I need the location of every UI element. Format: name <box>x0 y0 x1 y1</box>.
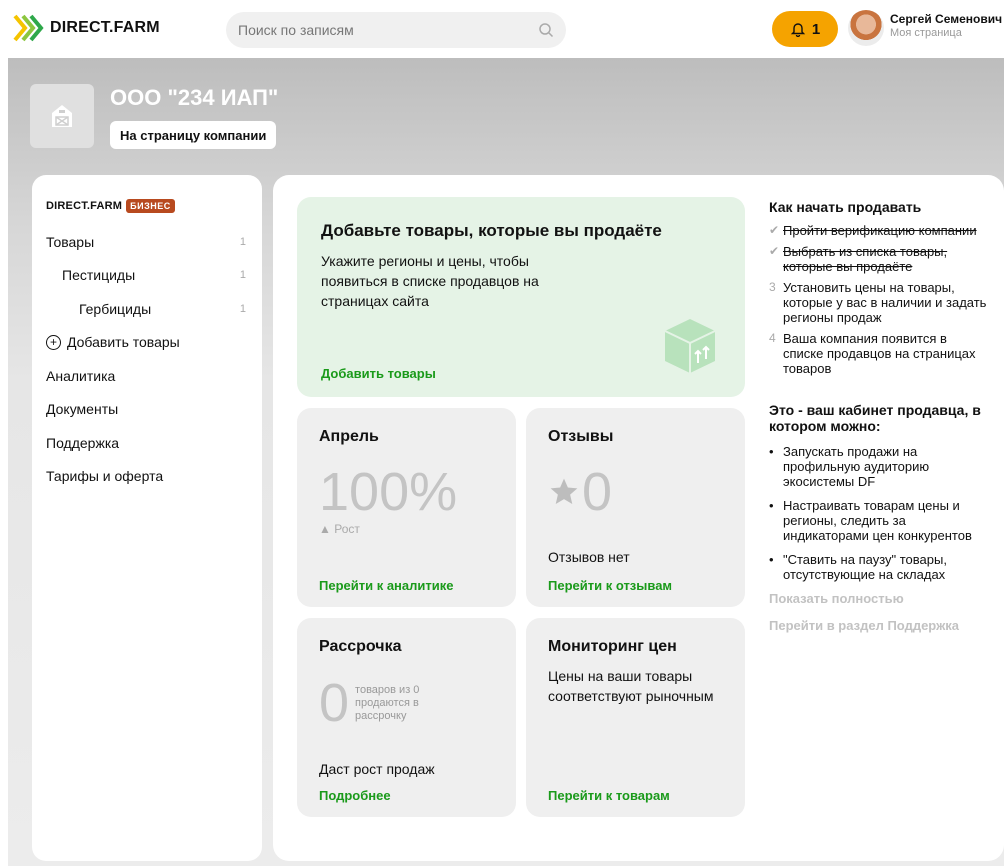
how-to-sell-panel: Как начать продавать ✔ Пройти верификаци… <box>769 199 989 645</box>
step-text: Установить цены на товары, которые у вас… <box>783 280 987 325</box>
installment-note: Даст рост продаж <box>319 761 435 777</box>
sidebar-item-label: Документы <box>46 401 119 418</box>
list-item-text: "Ставить на паузу" товары, отсутствующие… <box>783 552 947 582</box>
sidebar-item-pesticides[interactable]: Пестициды 1 <box>32 259 262 293</box>
hero-title: Добавьте товары, которые вы продаёте <box>321 221 662 240</box>
cabinet-title: Это - ваш кабинет продавца, в котором мо… <box>769 402 981 434</box>
list-item-text: Настраивать товарам цены и регионы, след… <box>783 498 972 543</box>
sidebar-item-count: 1 <box>239 235 246 248</box>
show-all-link[interactable]: Показать полностью <box>769 591 989 606</box>
analytics-value: 100% <box>319 462 458 522</box>
notifications-count: 1 <box>811 20 821 38</box>
growth-indicator: ▲ Рост <box>319 522 360 536</box>
card-title: Апрель <box>319 428 379 445</box>
sidebar-item-label: Добавить товары <box>67 334 180 351</box>
logo-chevrons-icon <box>13 14 44 42</box>
check-icon: ✔ <box>769 223 780 237</box>
reviews-card: Отзывы 0 Отзывов нет Перейти к отзывам <box>526 408 745 607</box>
reviews-link[interactable]: Перейти к отзывам <box>548 578 672 593</box>
user-name: Сергей Семенович <box>890 12 1003 26</box>
sidebar-item-count: 1 <box>239 269 246 282</box>
top-header: DIRECT.FARM 1 Сергей Семенович Моя стран… <box>0 0 1004 58</box>
card-title: Отзывы <box>548 428 614 445</box>
sidebar-item-products[interactable]: Товары 1 <box>32 225 262 259</box>
list-item: • Запускать продажи на профильную аудито… <box>769 444 989 489</box>
installment-stat: 0 товаров из 0 продаются в рассрочку <box>319 676 494 730</box>
star-icon <box>550 478 578 504</box>
sidebar-item-label: Товары <box>46 233 95 250</box>
reviews-count: 0 <box>582 462 613 522</box>
installment-count: 0 <box>319 673 350 733</box>
avatar[interactable] <box>848 10 884 46</box>
list-item-text: Запускать продажи на профильную аудитори… <box>783 444 930 489</box>
card-title: Мониторинг цен <box>548 638 677 655</box>
hero-text: Укажите регионы и цены, чтобы появиться … <box>321 253 539 309</box>
howto-title: Как начать продавать <box>769 199 922 215</box>
plus-circle-icon: + <box>46 334 61 350</box>
step-text: Выбрать из списка товары, которые вы про… <box>783 244 948 274</box>
search-icon[interactable] <box>538 22 554 38</box>
sidebar-brand-name: DIRECT.FARM <box>46 200 123 212</box>
logo[interactable]: DIRECT.FARM <box>12 12 160 44</box>
sidebar-item-label: Поддержка <box>46 434 120 451</box>
bell-icon <box>790 23 806 37</box>
bullet-dot-icon: • <box>769 552 774 567</box>
add-products-link[interactable]: Добавить товары <box>321 366 436 381</box>
step-item: ✔ Выбрать из списка товары, которые вы п… <box>769 244 989 274</box>
logo-text: DIRECT.FARM <box>50 19 160 36</box>
monitoring-text: Цены на ваши товары соответствуют рыночн… <box>548 668 714 704</box>
list-item: • Настраивать товарам цены и регионы, сл… <box>769 498 989 543</box>
add-products-card: Добавьте товары, которые вы продаёте Ука… <box>297 197 745 397</box>
bullet-dot-icon: • <box>769 444 774 459</box>
sidebar-item-analytics[interactable]: Аналитика <box>32 359 262 393</box>
sidebar-item-count: 1 <box>239 302 246 315</box>
add-products-row: + Добавить товары <box>46 334 180 350</box>
analytics-card: Апрель 100% ▲ Рост Перейти к аналитике <box>297 408 516 607</box>
step-number: 4 <box>769 331 776 345</box>
sidebar-item-herbicides[interactable]: Гербициды 1 <box>32 292 262 326</box>
company-logo <box>30 84 94 148</box>
installment-text: товаров из 0 продаются в рассрочку <box>355 683 420 722</box>
installment-card: Рассрочка 0 товаров из 0 продаются в рас… <box>297 618 516 817</box>
sidebar-item-tariffs[interactable]: Тарифы и оферта <box>32 460 262 494</box>
main-panel: Добавьте товары, которые вы продаёте Ука… <box>273 175 1004 861</box>
step-number: 3 <box>769 280 776 294</box>
analytics-link[interactable]: Перейти к аналитике <box>319 578 453 593</box>
sidebar-item-add-products[interactable]: + Добавить товары <box>32 326 262 360</box>
bullet-dot-icon: • <box>769 498 774 513</box>
business-badge: БИЗНЕС <box>126 199 175 213</box>
sidebar-item-label: Гербициды <box>79 300 152 317</box>
sidebar-item-support[interactable]: Поддержка <box>32 426 262 460</box>
step-item: 4 Ваша компания появится в списке продав… <box>769 331 989 376</box>
reviews-rating: 0 <box>548 462 723 522</box>
list-item: • "Ставить на паузу" товары, отсутствующ… <box>769 552 989 582</box>
step-text: Ваша компания появится в списке продавцо… <box>783 331 976 376</box>
search-bar[interactable] <box>226 12 566 48</box>
box-icon <box>664 319 716 373</box>
monitoring-link[interactable]: Перейти к товарам <box>548 788 670 803</box>
user-page-link[interactable]: Моя страница <box>890 27 1002 39</box>
support-section-link[interactable]: Перейти в раздел Поддержка <box>769 618 989 633</box>
step-text: Пройти верификацию компании <box>783 223 977 238</box>
step-item: ✔ Пройти верификацию компании <box>769 223 989 238</box>
user-menu[interactable]: Сергей Семенович Моя страница <box>890 12 1002 39</box>
notifications-button[interactable]: 1 <box>772 11 838 47</box>
company-name: ООО "234 ИАП" <box>110 85 279 110</box>
price-monitoring-card: Мониторинг цен Цены на ваши товары соотв… <box>526 618 745 817</box>
search-input[interactable] <box>238 22 538 38</box>
barn-icon <box>52 105 72 127</box>
sidebar-brand: DIRECT.FARM БИЗНЕС <box>32 199 262 213</box>
company-page-button[interactable]: На страницу компании <box>110 121 277 149</box>
installment-link[interactable]: Подробнее <box>319 788 391 803</box>
sidebar-item-label: Пестициды <box>62 267 136 284</box>
sidebar-item-label: Тарифы и оферта <box>46 468 164 485</box>
card-title: Рассрочка <box>319 638 402 655</box>
check-icon: ✔ <box>769 244 780 258</box>
sidebar: DIRECT.FARM БИЗНЕС Товары 1 Пестициды 1 … <box>32 175 262 861</box>
sidebar-item-documents[interactable]: Документы <box>32 393 262 427</box>
step-item: 3 Установить цены на товары, которые у в… <box>769 280 989 325</box>
sidebar-item-label: Аналитика <box>46 367 116 384</box>
reviews-note: Отзывов нет <box>548 549 630 565</box>
